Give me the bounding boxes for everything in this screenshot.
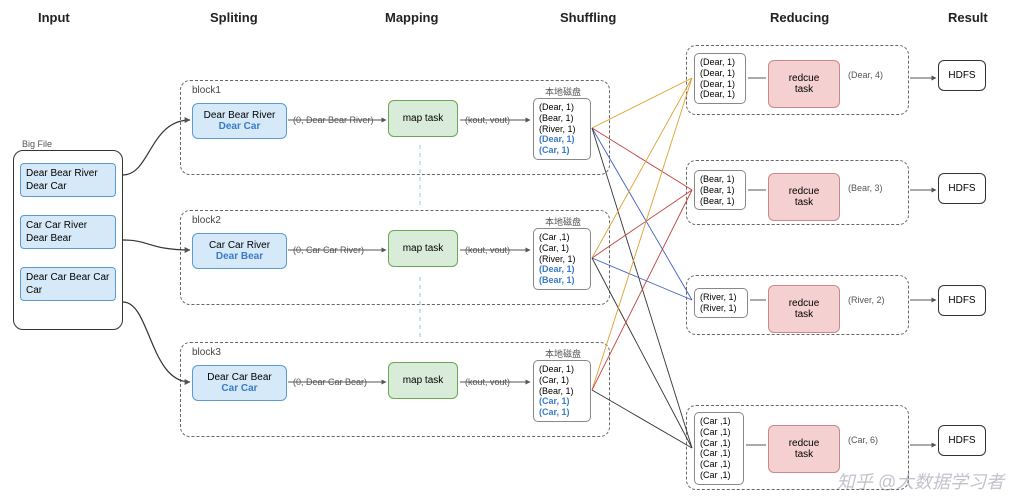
block2-output: (Car ,1) (Car, 1) (River, 1) (Dear, 1) (… [533, 228, 591, 290]
block3-split: Dear Car Bear Car Car [192, 365, 287, 401]
block1-text-top: Dear Bear River [201, 110, 278, 121]
block1-split: Dear Bear River Dear Car [192, 103, 287, 139]
sh4-2: (Car ,1) [700, 438, 738, 449]
block2-out-0: (Car ,1) [539, 232, 585, 243]
sh3-1: (River, 1) [700, 303, 742, 314]
bigfile-row-1: Car Car River Dear Bear [20, 215, 116, 249]
block3-out-1: (Car, 1) [539, 375, 585, 386]
block3-out-2: (Bear, 1) [539, 386, 585, 397]
block2-text-bottom: Dear Bear [201, 251, 278, 262]
block3-out-4: (Car, 1) [539, 407, 585, 418]
block3-map: map task [388, 362, 458, 399]
block2-label: block2 [192, 215, 221, 226]
sh4-1: (Car ,1) [700, 427, 738, 438]
block3-kvout: (0, Dear Car Bear) [293, 377, 367, 387]
block2-map: map task [388, 230, 458, 267]
sh2-1: (Bear, 1) [700, 185, 740, 196]
sh1-0: (Dear, 1) [700, 57, 740, 68]
stage-title-splitting: Spliting [210, 10, 258, 25]
stage-title-shuffling: Shuffling [560, 10, 616, 25]
bigfile-title: Big File [22, 139, 52, 149]
block2-out-2: (River, 1) [539, 254, 585, 265]
block3-output: (Dear, 1) (Car, 1) (Bear, 1) (Car, 1) (C… [533, 360, 591, 422]
stage-title-mapping: Mapping [385, 10, 438, 25]
sh2-0: (Bear, 1) [700, 174, 740, 185]
block1-out-2: (River, 1) [539, 124, 585, 135]
sh4-0: (Car ,1) [700, 416, 738, 427]
shuffle1-box: (Dear, 1) (Dear, 1) (Dear, 1) (Dear, 1) [694, 53, 746, 104]
block3-text-bottom: Car Car [201, 383, 278, 394]
reduce1-box: redcue task [768, 60, 840, 108]
block2-local: 本地磁盘 [545, 215, 581, 228]
shuffle2-box: (Bear, 1) (Bear, 1) (Bear, 1) [694, 170, 746, 210]
block3-local: 本地磁盘 [545, 347, 581, 360]
sh1-3: (Dear, 1) [700, 89, 740, 100]
reduce3-box: redcue task [768, 285, 840, 333]
block1-output: (Dear, 1) (Bear, 1) (River, 1) (Dear, 1)… [533, 98, 591, 160]
stage-title-result: Result [948, 10, 988, 25]
reduce4-result: (Car, 6) [848, 435, 878, 445]
block3-out-3: (Car, 1) [539, 396, 585, 407]
block3-text-top: Dear Car Bear [201, 372, 278, 383]
stage-title-input: Input [38, 10, 70, 25]
block3-kvpair: (kout, vout) [465, 377, 510, 387]
bigfile-row-2: Dear Car Bear Car Car [20, 267, 116, 301]
bigfile-box: Dear Bear River Dear Car Car Car River D… [13, 150, 123, 330]
hdfs3: HDFS [938, 285, 986, 316]
reduce2-result: (Bear, 3) [848, 183, 883, 193]
hdfs1: HDFS [938, 60, 986, 91]
block1-map: map task [388, 100, 458, 137]
reduce3-result: (River, 2) [848, 295, 885, 305]
bigfile-row-0: Dear Bear River Dear Car [20, 163, 116, 197]
watermark: 知乎 @大数据学习者 [837, 468, 1004, 494]
block2-text-top: Car Car River [201, 240, 278, 251]
block1-out-1: (Bear, 1) [539, 113, 585, 124]
reduce1-result: (Dear, 4) [848, 70, 883, 80]
sh3-0: (River, 1) [700, 292, 742, 303]
block1-out-4: (Car, 1) [539, 145, 585, 156]
block1-kvpair: (kout, vout) [465, 115, 510, 125]
block2-out-4: (Bear, 1) [539, 275, 585, 286]
sh4-3: (Car ,1) [700, 448, 738, 459]
block1-text-bottom: Dear Car [201, 121, 278, 132]
block1-kvout: (0, Dear Bear River) [293, 115, 374, 125]
sh4-4: (Car ,1) [700, 459, 738, 470]
block1-label: block1 [192, 85, 221, 96]
sh2-2: (Bear, 1) [700, 196, 740, 207]
block2-kvpair: (kout, vout) [465, 245, 510, 255]
reduce4-box: redcue task [768, 425, 840, 473]
block2-split: Car Car River Dear Bear [192, 233, 287, 269]
block1-out-3: (Dear, 1) [539, 134, 585, 145]
stage-title-reducing: Reducing [770, 10, 829, 25]
reduce2-box: redcue task [768, 173, 840, 221]
sh1-1: (Dear, 1) [700, 68, 740, 79]
block1-local: 本地磁盘 [545, 85, 581, 98]
hdfs4: HDFS [938, 425, 986, 456]
sh4-5: (Car ,1) [700, 470, 738, 481]
block3-label: block3 [192, 347, 221, 358]
block2-out-3: (Dear, 1) [539, 264, 585, 275]
shuffle4-box: (Car ,1) (Car ,1) (Car ,1) (Car ,1) (Car… [694, 412, 744, 485]
block3-out-0: (Dear, 1) [539, 364, 585, 375]
sh1-2: (Dear, 1) [700, 79, 740, 90]
hdfs2: HDFS [938, 173, 986, 204]
block2-kvout: (0, Car Car River) [293, 245, 364, 255]
block1-out-0: (Dear, 1) [539, 102, 585, 113]
shuffle3-box: (River, 1) (River, 1) [694, 288, 748, 318]
block2-out-1: (Car, 1) [539, 243, 585, 254]
